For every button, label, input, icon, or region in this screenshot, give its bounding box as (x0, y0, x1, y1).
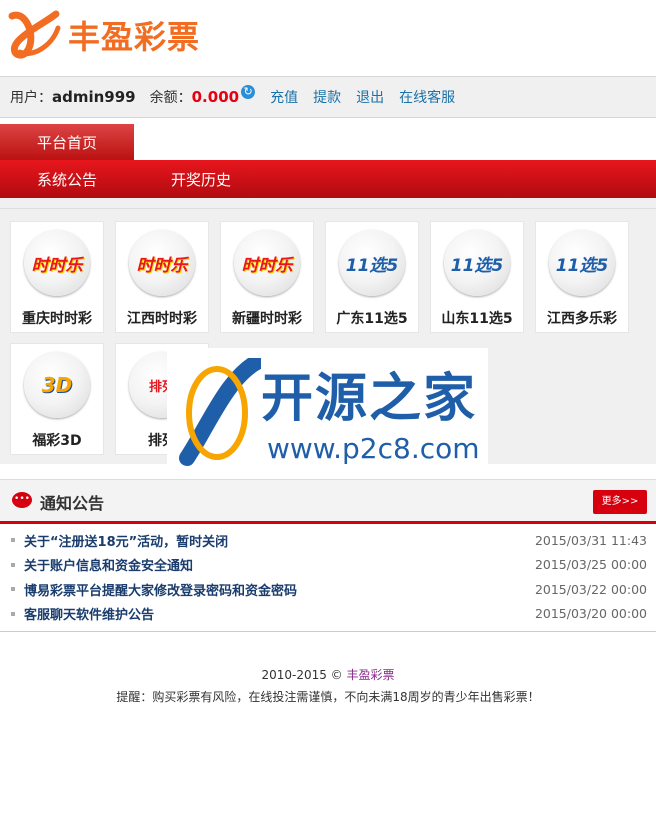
more-button[interactable]: 更多>> (593, 490, 647, 514)
list-item[interactable]: 客服聊天软件维护公告 2015/03/20 00:00 (0, 602, 656, 627)
bullet-icon (11, 587, 15, 591)
logo-icon (8, 10, 61, 59)
notice-link[interactable]: 关于“注册送18元”活动，暂时关闭 (24, 531, 228, 550)
nav-item-draw-history[interactable]: 开奖历史 (171, 169, 231, 190)
watermark-title: 开源之家 (261, 369, 478, 429)
balance-label: 余额： (149, 90, 192, 106)
bullet-icon (11, 538, 15, 542)
game-tile[interactable]: 3D 福彩3D (10, 343, 104, 455)
bullet-icon (11, 611, 15, 616)
copyright-line: 2010-2015 © 丰盈彩票 (0, 664, 656, 686)
logout-link[interactable]: 退出 (356, 87, 384, 107)
notice-link[interactable]: 客服聊天软件维护公告 (24, 604, 154, 623)
watermark-logo-icon (179, 358, 261, 466)
user-label: 用户： (10, 90, 52, 106)
online-support-link[interactable]: 在线客服 (399, 87, 455, 107)
list-item[interactable]: 关于账户信息和资金安全通知 2015/03/25 00:00 (0, 553, 656, 578)
11x5-icon: 11选5 (549, 230, 615, 296)
game-name: 江西多乐彩 (547, 311, 617, 327)
user-bar: 用户： admin999 余额： 0.000 ↻ 充值 提款 退出 在线客服 (0, 76, 656, 118)
notice-list: 关于“注册送18元”活动，暂时关闭 2015/03/31 11:43 关于账户信… (0, 528, 656, 632)
notice-date: 2015/03/20 00:00 (534, 606, 647, 622)
refresh-icon[interactable]: ↻ (241, 85, 256, 99)
footer: 2010-2015 © 丰盈彩票 提醒：购买彩票有风险，在线投注需谨慎，不向未满… (0, 664, 656, 708)
list-item[interactable]: 博易彩票平台提醒大家修改登录密码和资金密码 2015/03/22 00:00 (0, 577, 656, 602)
watermark-overlay: 开源之家 www.p2c8.com (167, 348, 488, 470)
notice-link[interactable]: 博易彩票平台提醒大家修改登录密码和资金密码 (24, 580, 297, 599)
game-name: 山东11选5 (441, 311, 513, 327)
notice-title: 通知公告 (40, 494, 105, 513)
recharge-link[interactable]: 充值 (270, 87, 298, 107)
game-tile[interactable]: 11选5 广东11选5 (325, 221, 419, 333)
game-name: 江西时时彩 (127, 311, 197, 327)
header: 丰盈彩票 (0, 0, 656, 76)
logo-text: 丰盈彩票 (68, 18, 201, 56)
tab-home[interactable]: 平台首页 (0, 124, 134, 160)
game-tile[interactable]: 时时乐 江西时时彩 (115, 221, 209, 333)
notice-link[interactable]: 关于账户信息和资金安全通知 (24, 555, 193, 574)
copyright-text: 2010-2015 © (261, 668, 343, 682)
notice-header: ••• 通知公告 更多>> (0, 479, 656, 524)
tab-row: 平台首页 (0, 118, 656, 160)
11x5-icon: 11选5 (339, 230, 405, 296)
game-tile[interactable]: 时时乐 新疆时时彩 (220, 221, 314, 333)
ssc-icon: 时时乐 (129, 230, 195, 296)
notice-date: 2015/03/31 11:43 (534, 532, 647, 548)
notice-date: 2015/03/22 00:00 (534, 581, 647, 597)
main-nav: 系统公告 开奖历史 (0, 160, 656, 198)
game-tile[interactable]: 11选5 山东11选5 (430, 221, 524, 333)
divider (0, 198, 656, 209)
watermark-url: www.p2c8.com (267, 432, 480, 465)
list-item[interactable]: 关于“注册送18元”活动，暂时关闭 2015/03/31 11:43 (0, 528, 656, 553)
game-name: 重庆时时彩 (22, 311, 92, 327)
3d-icon: 3D (24, 352, 90, 418)
nav-item-announcements[interactable]: 系统公告 (37, 169, 97, 190)
withdraw-link[interactable]: 提款 (313, 87, 341, 107)
11x5-icon: 11选5 (444, 230, 510, 296)
notice-date: 2015/03/25 00:00 (534, 557, 647, 573)
game-name: 新疆时时彩 (232, 311, 302, 327)
site-logo[interactable]: 丰盈彩票 (6, 6, 200, 64)
balance-value: 0.000 (191, 88, 240, 106)
ssc-icon: 时时乐 (24, 230, 90, 296)
footer-brand-link[interactable]: 丰盈彩票 (347, 668, 395, 682)
game-name: 广东11选5 (336, 311, 408, 327)
risk-reminder: 提醒：购买彩票有风险，在线投注需谨慎，不向未满18周岁的青少年出售彩票！ (116, 690, 540, 704)
username: admin999 (52, 88, 136, 106)
game-name: 福彩3D (32, 433, 82, 449)
chat-bubble-icon: ••• (12, 492, 32, 508)
bullet-icon (11, 562, 15, 567)
ssc-icon: 时时乐 (234, 230, 300, 296)
game-tile[interactable]: 时时乐 重庆时时彩 (10, 221, 104, 333)
game-tile[interactable]: 11选5 江西多乐彩 (535, 221, 629, 333)
